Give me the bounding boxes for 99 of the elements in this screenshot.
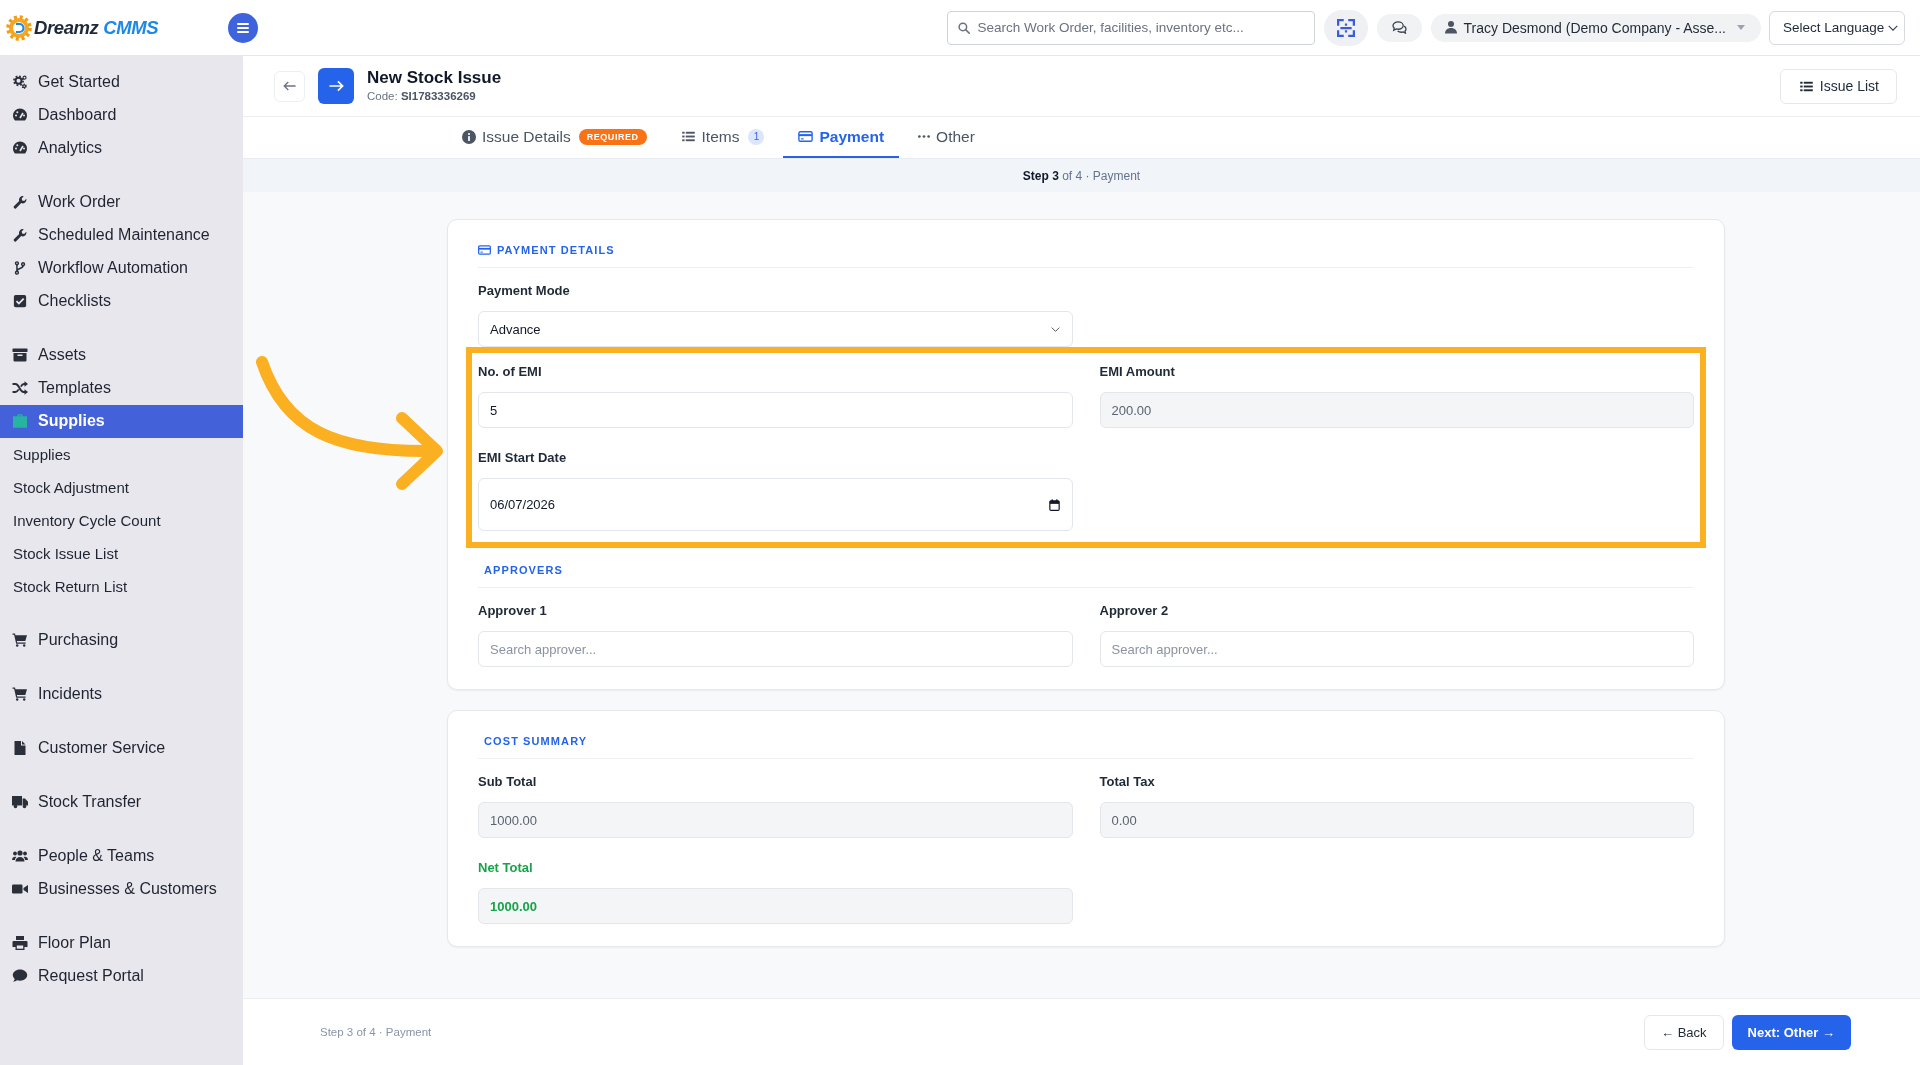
language-select[interactable]: Select Language [1769, 10, 1905, 45]
document-icon [12, 741, 28, 755]
field-label: Sub Total [478, 774, 538, 790]
submenu-item[interactable]: Stock Return List [0, 569, 243, 603]
sidebar-item[interactable]: Request Portal [0, 959, 243, 993]
sidebar-item[interactable]: Stock Transfer [0, 785, 243, 819]
shuffle-icon [12, 381, 28, 395]
sidebar-item[interactable]: People & Teams [0, 839, 243, 873]
credit-card-icon [798, 131, 814, 142]
menu-icon [237, 22, 249, 33]
sidebar-item[interactable]: Get Started [0, 65, 243, 99]
logo-icon [6, 14, 32, 41]
field-label: EMI Start Date [478, 450, 568, 466]
chat-button[interactable] [1376, 13, 1422, 42]
sidebar-item[interactable]: Assets [0, 338, 243, 372]
section-title: PAYMENT DETAILS [497, 242, 615, 258]
arrow-left-icon [283, 81, 296, 91]
required-badge: REQUIRED [578, 128, 647, 145]
briefcase-icon [12, 414, 28, 428]
sidebar-item[interactable]: Floor Plan [0, 926, 243, 960]
tab[interactable]: Other [903, 117, 990, 158]
sidebar-item[interactable]: Analytics [0, 131, 243, 165]
truck-icon [12, 795, 28, 809]
ellipsis-icon [918, 135, 931, 138]
step-indicator: Step 3 of 4 · Payment [320, 1026, 432, 1038]
section-title: APPROVERS [483, 562, 563, 578]
cart-icon [12, 633, 28, 647]
chevron-down-icon [1888, 24, 1898, 31]
gears-icon [12, 75, 28, 89]
sidebar-item[interactable]: Purchasing [0, 623, 243, 657]
printer-icon [12, 936, 28, 950]
gauge-icon [12, 108, 28, 122]
forward-button[interactable] [318, 68, 354, 104]
chat-icon [1391, 21, 1407, 34]
field-label: Payment Mode [478, 283, 571, 299]
sidebar-item[interactable]: Incidents [0, 677, 243, 711]
search-field[interactable]: Search Work Order, facilities, inventory etc... [946, 10, 1315, 45]
field-label: Approver 2 [1099, 603, 1170, 619]
field-label: No. of EMI [478, 364, 543, 380]
field-label: Total Tax [1099, 774, 1156, 790]
date-field[interactable]: 06/07/2026 [478, 478, 1073, 531]
field-label: Approver 1 [478, 603, 548, 619]
user-icon [1444, 21, 1457, 34]
info-icon [462, 129, 476, 144]
video-camera-icon [12, 882, 28, 896]
gauge-icon [12, 141, 28, 155]
tab[interactable]: Issue Details REQUIRED [447, 117, 662, 158]
issue-list-button[interactable]: Issue List [1779, 68, 1897, 104]
back-button[interactable]: ← Back [1644, 1014, 1724, 1050]
submenu-item[interactable]: Supplies [0, 437, 243, 471]
wrench-icon [12, 228, 28, 242]
back-button[interactable] [274, 70, 305, 102]
field-label: Net Total [478, 860, 534, 876]
readonly-field: 0.00 [1099, 802, 1694, 838]
sidebar-item[interactable]: Dashboard [0, 98, 243, 132]
list-icon [1799, 80, 1813, 92]
speech-bubble-icon [12, 969, 28, 983]
input-field[interactable]: 5 [478, 392, 1073, 428]
page-title: New Stock Issue [367, 68, 502, 88]
sidebar-item[interactable]: Customer Service [0, 731, 243, 765]
credit-card-icon [478, 244, 491, 255]
check-square-icon [12, 294, 28, 308]
record-code: Code: SI1783336269 [367, 89, 477, 104]
submenu-item[interactable]: Inventory Cycle Count [0, 503, 243, 537]
sidebar-item[interactable]: Work Order [0, 185, 243, 219]
submenu-item[interactable]: Stock Adjustment [0, 470, 243, 504]
people-icon [12, 849, 28, 863]
calendar-icon [1048, 498, 1060, 511]
archive-box-icon [12, 348, 28, 362]
scan-icon [1336, 18, 1355, 37]
readonly-field: 200.00 [1099, 392, 1694, 428]
arrow-right-icon [328, 80, 344, 92]
field-label: EMI Amount [1099, 364, 1176, 380]
submenu-item[interactable]: Stock Issue List [0, 536, 243, 570]
caret-icon [1737, 25, 1745, 30]
sidebar-item[interactable]: Supplies [0, 404, 243, 438]
scan-button[interactable] [1323, 9, 1368, 46]
step-indicator: Step 3 of 4 · Payment [1022, 168, 1141, 183]
cart-icon [12, 687, 28, 701]
sidebar-item[interactable]: Businesses & Customers [0, 872, 243, 906]
count-badge: 1 [748, 128, 765, 145]
search-icon [957, 21, 970, 34]
next-button[interactable]: Next: Other → [1731, 1014, 1851, 1050]
sidebar-item[interactable]: Templates [0, 371, 243, 405]
logo-text: Dreamz CMMS [34, 16, 159, 39]
list-icon [680, 131, 696, 142]
menu-button[interactable] [228, 12, 258, 43]
tab[interactable]: Items 1 [665, 117, 780, 158]
user-menu[interactable]: Tracy Desmond (Demo Company - Asse... [1430, 13, 1761, 42]
sidebar-item[interactable]: Checklists [0, 284, 243, 318]
readonly-field: 1000.00 [478, 802, 1073, 838]
total-field: 1000.00 [478, 888, 1073, 924]
select-field[interactable]: Advance [478, 311, 1073, 347]
section-title: COST SUMMARY [483, 733, 588, 749]
sidebar-item[interactable]: Scheduled Maintenance [0, 218, 243, 252]
chevron-down-icon [1050, 326, 1060, 332]
wrench-icon [12, 195, 28, 209]
branch-icon [12, 261, 28, 275]
sidebar-item[interactable]: Workflow Automation [0, 251, 243, 285]
